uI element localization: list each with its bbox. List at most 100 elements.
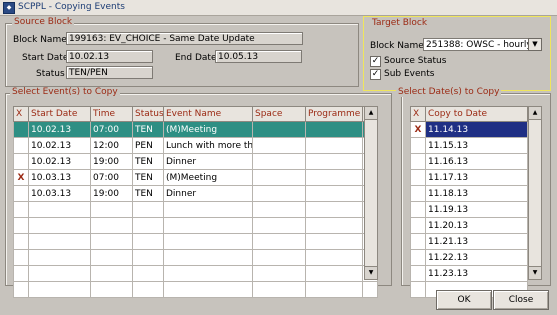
dates-header-x[interactable]: X: [410, 106, 426, 122]
date-value: 11.16.13: [425, 153, 528, 170]
source-status-checkbox[interactable]: ✓: [370, 56, 381, 67]
date-select-cell[interactable]: [410, 233, 426, 250]
date-row[interactable]: 11.19.13: [410, 201, 528, 218]
event-space: [252, 137, 306, 154]
event-select-cell[interactable]: [13, 233, 29, 250]
source-start-date-field: 10.02.13: [66, 50, 153, 63]
date-select-cell[interactable]: [410, 281, 426, 298]
event-row[interactable]: X 10.03.13 07:00 TEN (M)Meeting: [13, 169, 378, 186]
event-programme: [305, 137, 363, 154]
scroll-up-icon[interactable]: ▲: [529, 107, 541, 120]
event-start-date: [28, 281, 91, 298]
event-time: 07:00: [90, 121, 133, 138]
event-time: 07:00: [90, 169, 133, 186]
event-space: [252, 217, 306, 234]
event-row[interactable]: 10.03.13 19:00 TEN Dinner: [13, 185, 378, 202]
event-select-cell[interactable]: [13, 217, 29, 234]
date-select-cell[interactable]: [410, 201, 426, 218]
events-header-space[interactable]: Space: [252, 106, 306, 122]
event-time: [90, 201, 133, 218]
event-start-date: 10.03.13: [28, 185, 91, 202]
event-start-date: 10.02.13: [28, 121, 91, 138]
date-row[interactable]: 11.22.13: [410, 249, 528, 266]
source-block-name-label: Block Name: [13, 35, 67, 45]
event-row[interactable]: [13, 233, 378, 250]
event-row[interactable]: 10.02.13 07:00 TEN (M)Meeting: [13, 121, 378, 138]
event-status: [132, 233, 164, 250]
event-start-date: 10.03.13: [28, 169, 91, 186]
event-time: [90, 281, 133, 298]
event-name: Lunch with more thar: [163, 137, 253, 154]
source-end-date-label: End Date: [175, 53, 217, 63]
scroll-down-icon[interactable]: ▼: [365, 266, 377, 279]
target-block-legend: Target Block: [372, 18, 428, 28]
event-space: [252, 281, 306, 298]
scroll-down-icon[interactable]: ▼: [529, 266, 541, 279]
title-bar: ◆ SCPPL - Copying Events: [0, 0, 557, 16]
dates-table: X Copy to Date X 11.14.13 11.15.13 11.16.…: [410, 106, 528, 298]
event-row[interactable]: [13, 201, 378, 218]
event-select-cell[interactable]: [13, 281, 29, 298]
event-row[interactable]: 10.02.13 12:00 PEN Lunch with more thar: [13, 137, 378, 154]
event-select-cell[interactable]: [13, 201, 29, 218]
date-select-cell[interactable]: [410, 185, 426, 202]
event-select-cell[interactable]: [13, 185, 29, 202]
event-space: [252, 185, 306, 202]
dates-scrollbar[interactable]: ▲ ▼: [528, 106, 542, 280]
events-header-event-name[interactable]: Event Name: [163, 106, 253, 122]
event-programme: [305, 153, 363, 170]
date-value: 11.22.13: [425, 249, 528, 266]
event-row[interactable]: 10.02.13 19:00 TEN Dinner: [13, 153, 378, 170]
event-row[interactable]: [13, 265, 378, 282]
event-time: [90, 265, 133, 282]
dates-header-row: X Copy to Date: [410, 106, 528, 122]
event-time: [90, 233, 133, 250]
date-row[interactable]: 11.16.13: [410, 153, 528, 170]
date-select-cell[interactable]: [410, 249, 426, 266]
event-select-cell[interactable]: [13, 153, 29, 170]
close-button[interactable]: Close: [493, 290, 549, 310]
dates-header-copy-to-date[interactable]: Copy to Date: [425, 106, 528, 122]
chevron-down-icon[interactable]: ▼: [528, 38, 542, 51]
date-select-cell[interactable]: X: [410, 121, 426, 138]
date-select-cell[interactable]: [410, 153, 426, 170]
sub-events-checkbox-label: Sub Events: [384, 69, 435, 79]
date-select-cell[interactable]: [410, 169, 426, 186]
event-select-cell[interactable]: X: [13, 169, 29, 186]
scroll-up-icon[interactable]: ▲: [365, 107, 377, 120]
event-row[interactable]: [13, 249, 378, 266]
event-time: [90, 217, 133, 234]
date-row[interactable]: 11.18.13: [410, 185, 528, 202]
events-header-start-date[interactable]: Start Date: [28, 106, 91, 122]
event-select-cell[interactable]: [13, 137, 29, 154]
event-select-cell[interactable]: [13, 249, 29, 266]
event-time: [90, 249, 133, 266]
event-select-cell[interactable]: [13, 121, 29, 138]
event-status: TEN: [132, 169, 164, 186]
event-select-cell[interactable]: [13, 265, 29, 282]
events-header-programme[interactable]: Programme: [305, 106, 363, 122]
date-row[interactable]: 11.20.13: [410, 217, 528, 234]
event-row[interactable]: [13, 281, 378, 298]
sub-events-checkbox[interactable]: ✓: [370, 69, 381, 80]
date-select-cell[interactable]: [410, 137, 426, 154]
events-header-x[interactable]: X: [13, 106, 29, 122]
ok-button[interactable]: OK: [436, 290, 492, 310]
date-value: 11.19.13: [425, 201, 528, 218]
event-space: [252, 265, 306, 282]
events-scrollbar[interactable]: ▲ ▼: [364, 106, 378, 280]
target-block-name-select[interactable]: 251388: OWSC - hourlyR: [423, 38, 541, 51]
event-start-date: [28, 265, 91, 282]
events-header-time[interactable]: Time: [90, 106, 133, 122]
date-row[interactable]: 11.21.13: [410, 233, 528, 250]
date-row[interactable]: X 11.14.13: [410, 121, 528, 138]
date-row[interactable]: 11.17.13: [410, 169, 528, 186]
date-row[interactable]: 11.23.13: [410, 265, 528, 282]
date-row[interactable]: 11.15.13: [410, 137, 528, 154]
event-row[interactable]: [13, 217, 378, 234]
event-start-date: 10.02.13: [28, 137, 91, 154]
events-header-status[interactable]: Status: [132, 106, 164, 122]
date-select-cell[interactable]: [410, 217, 426, 234]
target-block-name-value: 251388: OWSC - hourlyR: [426, 40, 538, 50]
date-select-cell[interactable]: [410, 265, 426, 282]
